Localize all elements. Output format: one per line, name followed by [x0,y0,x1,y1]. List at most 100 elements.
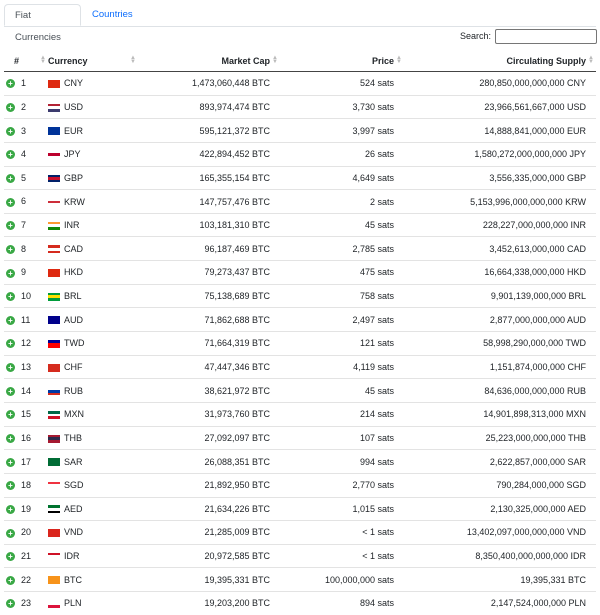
column-header-currency[interactable]: Currency ▲ ▼ [48,50,138,72]
currency-code[interactable]: CNY [64,78,83,88]
flag-icon [48,434,60,443]
expand-row-icon[interactable]: + [6,79,15,89]
expand-row-icon[interactable]: + [6,410,15,420]
currency-code[interactable]: TWD [64,338,85,348]
supply-cell: 84,636,000,000,000 RUB [404,378,596,403]
expand-row-icon[interactable]: + [6,126,15,136]
rank-cell: +6 [4,189,48,214]
expand-row-icon[interactable]: + [6,268,15,278]
currency-cell: CAD [48,236,138,261]
tab-countries[interactable]: Countries [82,4,143,26]
expand-row-icon[interactable]: + [6,528,15,538]
rank-cell: +19 [4,496,48,521]
table-row[interactable]: +22 BTC 19,395,331 BTC 100,000,000 sats 19,3… [4,567,596,592]
currency-code[interactable]: SGD [64,480,84,490]
expand-row-icon[interactable]: + [6,292,15,302]
table-row[interactable]: +1 CNY 1,473,060,448 BTC 524 sats 280,850,00… [4,72,596,96]
currency-code[interactable]: AUD [64,315,83,325]
flag-icon [48,529,60,538]
column-header-price[interactable]: Price ▲ ▼ [280,50,404,72]
currency-code[interactable]: INR [64,220,80,230]
expand-row-icon[interactable]: + [6,244,15,254]
rank-value: 15 [21,409,32,420]
currency-code[interactable]: AED [64,504,83,514]
currency-code[interactable]: IDR [64,551,80,561]
expand-row-icon[interactable]: + [6,481,15,491]
table-row[interactable]: +20 VND 21,285,009 BTC < 1 sats 13,402,097,0… [4,520,596,545]
rank-cell: +21 [4,543,48,568]
table-row[interactable]: +23 PLN 19,203,200 BTC 894 sats 2,147,524,00… [4,591,596,615]
rank-cell: +18 [4,472,48,498]
expand-row-icon[interactable]: + [6,173,15,183]
table-row[interactable]: +5 GBP 165,355,154 BTC 4,649 sats 3,556,335,… [4,165,596,190]
table-row[interactable]: +8 CAD 96,187,469 BTC 2,785 sats 3,452,613,0… [4,236,596,261]
table-row[interactable]: +7 INR 103,181,310 BTC 45 sats 228,227,000,0… [4,212,596,237]
table-row[interactable]: +18 SGD 21,892,950 BTC 2,770 sats 790,284,00… [4,472,596,498]
table-row[interactable]: +6 KRW 147,757,476 BTC 2 sats 5,153,996,000,… [4,189,596,214]
expand-row-icon[interactable]: + [6,221,15,231]
table-row[interactable]: +13 CHF 47,447,346 BTC 4,119 sats 1,151,874,… [4,354,596,379]
price-cell: 214 sats [280,401,404,427]
flag-icon [48,363,60,372]
column-header-market-cap[interactable]: Market Cap ▲ ▼ [138,50,280,72]
expand-row-icon[interactable]: + [6,386,15,396]
table-row[interactable]: +3 EUR 595,121,372 BTC 3,997 sats 14,888,841… [4,118,596,143]
expand-row-icon[interactable]: + [6,504,15,514]
expand-row-icon[interactable]: + [6,363,15,373]
expand-row-icon[interactable]: + [6,315,15,325]
expand-row-icon[interactable]: + [6,103,15,113]
expand-row-icon[interactable]: + [6,433,15,443]
rank-value: 6 [21,196,27,207]
table-row[interactable]: +16 THB 27,092,097 BTC 107 sats 25,223,000,0… [4,425,596,450]
expand-row-icon[interactable]: + [6,457,15,467]
expand-row-icon[interactable]: + [6,552,15,562]
supply-cell: 9,901,139,000,000 BRL [404,283,596,308]
column-header-rank[interactable]: # ▲ ▼ [4,50,48,72]
currency-code[interactable]: BTC [64,575,82,585]
tab-fiat-currencies[interactable]: Fiat Currencies [4,4,81,43]
currency-code[interactable]: JPY [64,149,81,159]
table-row[interactable]: +11 AUD 71,862,688 BTC 2,497 sats 2,877,000,… [4,307,596,332]
search-bar: Search: [460,28,598,44]
currency-code[interactable]: HKD [64,267,83,277]
currency-code[interactable]: KRW [64,197,85,207]
flag-icon [48,339,60,348]
expand-row-icon[interactable]: + [6,599,15,609]
currency-code[interactable]: GBP [64,173,83,183]
search-input[interactable] [495,28,598,44]
currency-code[interactable]: BRL [64,291,82,301]
table-row[interactable]: +17 SAR 26,088,351 BTC 994 sats 2,622,857,00… [4,449,596,474]
market-cap-cell: 26,088,351 BTC [138,449,280,474]
flag-icon [48,387,60,396]
flag-icon [48,245,60,254]
table-row[interactable]: +2 USD 893,974,474 BTC 3,730 sats 23,966,561… [4,94,596,119]
currency-code[interactable]: PLN [64,598,82,608]
currency-code[interactable]: MXN [64,409,84,419]
table-row[interactable]: +19 AED 21,634,226 BTC 1,015 sats 2,130,325,… [4,496,596,521]
price-cell: 1,015 sats [280,496,404,521]
currency-code[interactable]: VND [64,527,83,537]
table-row[interactable]: +15 MXN 31,973,760 BTC 214 sats 14,901,898,3… [4,401,596,427]
table-row[interactable]: +4 JPY 422,894,452 BTC 26 sats 1,580,272,000… [4,141,596,167]
currency-code[interactable]: CHF [64,362,83,372]
rank-value: 2 [21,101,27,112]
rank-cell: +13 [4,354,48,379]
supply-cell: 2,130,325,000,000 AED [404,496,596,521]
currency-code[interactable]: THB [64,433,82,443]
expand-row-icon[interactable]: + [6,150,15,160]
table-row[interactable]: +14 RUB 38,621,972 BTC 45 sats 84,636,000,00… [4,378,596,403]
table-row[interactable]: +9 HKD 79,273,437 BTC 475 sats 16,664,338,00… [4,260,596,285]
column-header-circulating-supply[interactable]: Circulating Supply ▲ ▼ [404,50,596,72]
expand-row-icon[interactable]: + [6,197,15,207]
currency-code[interactable]: USD [64,102,83,112]
expand-row-icon[interactable]: + [6,339,15,349]
table-row[interactable]: +21 IDR 20,972,585 BTC < 1 sats 8,350,400,00… [4,543,596,568]
table-row[interactable]: +12 TWD 71,664,319 BTC 121 sats 58,998,290,0… [4,331,596,356]
table-row[interactable]: +10 BRL 75,138,689 BTC 758 sats 9,901,139,00… [4,283,596,308]
currency-code[interactable]: RUB [64,386,83,396]
expand-row-icon[interactable]: + [6,575,15,585]
currency-code[interactable]: CAD [64,244,83,254]
currency-code[interactable]: SAR [64,457,83,467]
price-cell: 121 sats [280,331,404,356]
currency-code[interactable]: EUR [64,126,83,136]
